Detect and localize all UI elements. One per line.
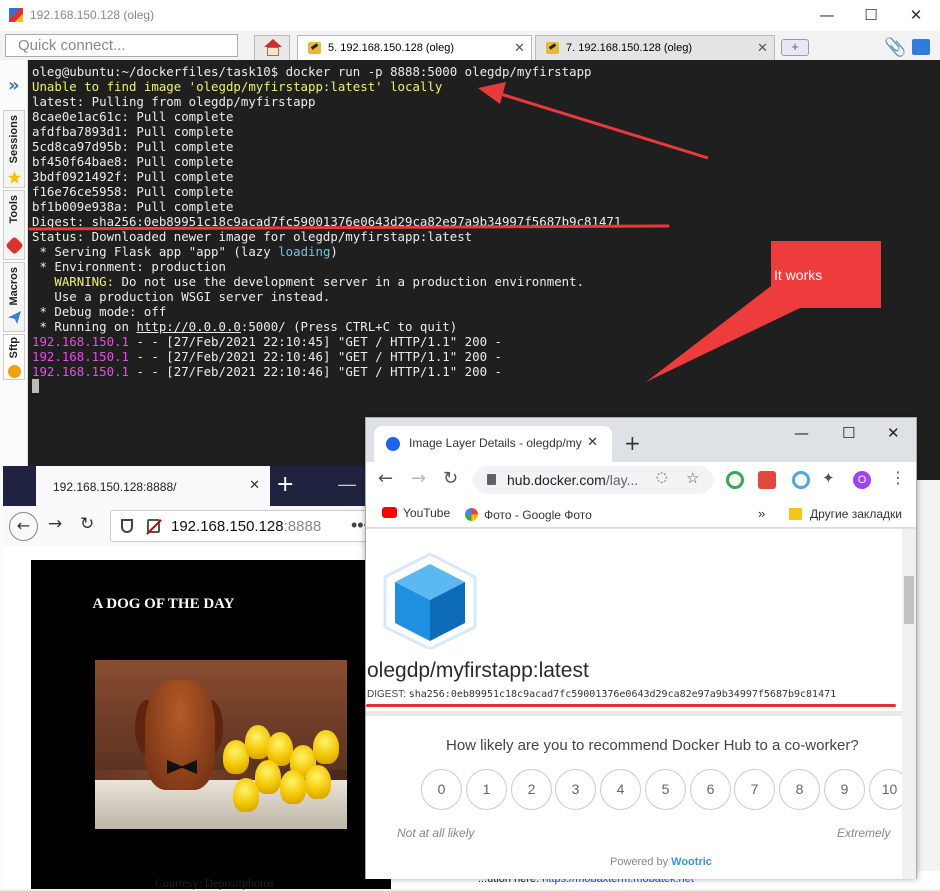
nps-option[interactable]: 1	[466, 769, 507, 810]
extension-icon-3[interactable]	[792, 471, 810, 489]
bookmark-google-photos[interactable]: Фото - Google Фото	[465, 506, 592, 522]
docker-hub-page: olegdp/myfirstapp:latest DIGEST: sha256:…	[366, 529, 916, 879]
arrow-locally	[493, 90, 709, 160]
minimize-icon[interactable]: —	[338, 474, 356, 495]
folder-icon	[789, 508, 802, 520]
forward-button[interactable]: →	[48, 514, 62, 534]
extension-icon-1[interactable]	[726, 471, 744, 489]
arrow-head	[478, 82, 506, 104]
reload-button[interactable]: ↻	[80, 514, 94, 534]
insecure-lock-icon[interactable]	[147, 519, 160, 533]
new-tab-icon[interactable]: +	[276, 472, 294, 497]
chrome-tab-bar: Image Layer Details - olegdp/my ✕ + — ☐ …	[366, 418, 916, 462]
firefox-window: 192.168.150.128:8888/ ✕ + — ← → ↻ 192.16…	[3, 466, 403, 890]
bookmark-other[interactable]: Другие закладки	[789, 506, 902, 521]
bookmarks-bar: YouTube Фото - Google Фото » Другие закл…	[366, 498, 916, 528]
divider	[366, 711, 906, 716]
chrome-toolbar: ← → ↻ hub.docker.com/lay... ◌ ☆ ✦ O ⋮	[366, 462, 916, 498]
digest-underline	[28, 224, 670, 231]
maximize-button[interactable]: ☐	[842, 424, 855, 442]
more-bookmarks-icon[interactable]: »	[758, 506, 765, 521]
google-photos-icon	[465, 508, 478, 521]
profile-avatar[interactable]: O	[853, 471, 871, 489]
chrome-window: Image Layer Details - olegdp/my ✕ + — ☐ …	[365, 417, 917, 879]
repository-name: olegdp/myfirstapp:latest	[367, 659, 589, 682]
nps-option[interactable]: 0	[421, 769, 462, 810]
digest-underline	[366, 704, 896, 707]
reload-button[interactable]: ↻	[443, 468, 458, 489]
firefox-tab-bar: 192.168.150.128:8888/ ✕ + —	[3, 466, 403, 506]
digest: DIGEST: sha256:0eb89951c18c9acad7fc59001…	[367, 689, 837, 700]
firefox-page: A DOG OF THE DAY	[3, 546, 403, 889]
nps-option[interactable]: 2	[511, 769, 552, 810]
powered-by: Powered by Wootric	[610, 856, 712, 868]
nps-option[interactable]: 5	[645, 769, 686, 810]
lock-icon[interactable]	[487, 474, 496, 485]
nps-option[interactable]: 4	[600, 769, 641, 810]
scrollbar-thumb[interactable]	[904, 576, 914, 624]
bookmark-youtube[interactable]: YouTube	[382, 506, 450, 520]
address-bar[interactable]: hub.docker.com/lay...	[473, 466, 713, 494]
bookmark-star-icon[interactable]: ☆	[686, 469, 699, 487]
wootric-link[interactable]: Wootric	[671, 856, 712, 868]
url-bar[interactable]: 192.168.150.128:8888 •••	[110, 510, 403, 542]
back-button[interactable]: ←	[378, 468, 393, 489]
survey-question: How likely are you to recommend Docker H…	[446, 737, 859, 754]
image-cube-icon	[383, 552, 477, 649]
nps-option[interactable]: 6	[690, 769, 731, 810]
nps-option[interactable]: 9	[824, 769, 865, 810]
new-tab-icon[interactable]: +	[624, 431, 641, 455]
nps-option[interactable]: 8	[779, 769, 820, 810]
firefox-nav-bar: ← → ↻ 192.168.150.128:8888 •••	[3, 506, 403, 546]
minimize-button[interactable]: —	[794, 424, 809, 442]
close-button[interactable]: ✕	[887, 424, 900, 442]
close-tab-icon[interactable]: ✕	[587, 435, 598, 450]
scrollbar[interactable]	[902, 529, 916, 879]
shield-icon[interactable]	[121, 519, 133, 533]
nps-high-label: Extremely	[837, 826, 891, 840]
firefox-tab[interactable]: 192.168.150.128:8888/ ✕	[36, 466, 270, 506]
dog-photo	[95, 660, 347, 829]
page-heading: A DOG OF THE DAY	[92, 596, 235, 612]
nps-low-label: Not at all likely	[397, 826, 475, 840]
dog-page: A DOG OF THE DAY	[31, 560, 391, 889]
tracking-icon[interactable]: ◌	[656, 470, 667, 485]
nps-option[interactable]: 7	[734, 769, 775, 810]
callout-text: It works	[774, 267, 823, 283]
back-button[interactable]: ←	[9, 512, 38, 541]
forward-button[interactable]: →	[411, 468, 426, 489]
menu-icon[interactable]: ⋮	[890, 468, 906, 487]
close-tab-icon[interactable]: ✕	[249, 478, 260, 493]
it-works-callout	[646, 241, 881, 382]
extensions-puzzle-icon[interactable]: ✦	[822, 469, 835, 487]
extension-icon-2[interactable]	[758, 471, 776, 489]
nps-option[interactable]: 3	[555, 769, 596, 810]
chrome-tab[interactable]: Image Layer Details - olegdp/my ✕	[374, 426, 612, 462]
youtube-icon	[382, 507, 397, 518]
docker-favicon	[386, 437, 400, 451]
